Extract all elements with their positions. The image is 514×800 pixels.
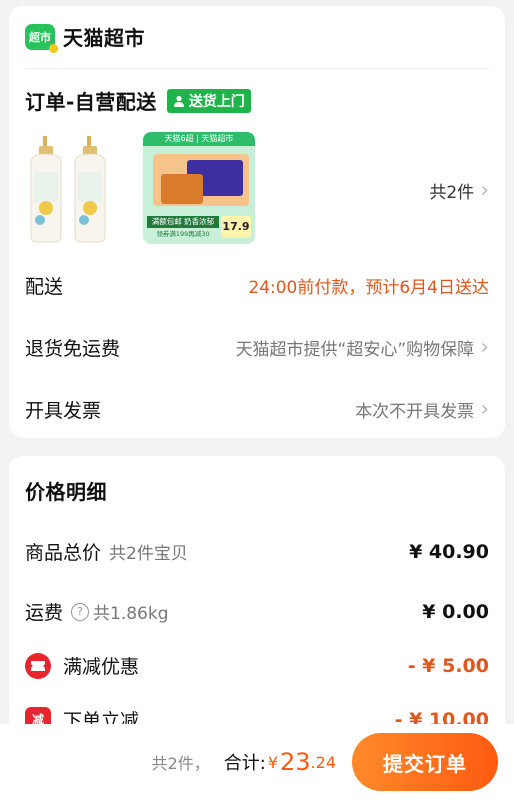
order-title: 订单-自营配送 bbox=[25, 90, 157, 114]
product-banner-top: 天猫6超 | 天猫超市 bbox=[143, 132, 255, 146]
invoice-label: 开具发票 bbox=[25, 400, 102, 422]
chevron-right-icon: › bbox=[480, 177, 489, 203]
delivery-label: 配送 bbox=[25, 276, 64, 298]
divider bbox=[25, 68, 489, 69]
submit-order-button[interactable]: 提交订单 bbox=[352, 733, 498, 791]
shipping-value: ¥ 0.00 bbox=[422, 600, 489, 623]
help-icon[interactable]: ? bbox=[71, 602, 90, 621]
delivery-badge: 送货上门 bbox=[166, 88, 251, 113]
product-price-tag: 17.9 bbox=[221, 216, 251, 238]
discount-row: 满减优惠 - ¥ 5.00 bbox=[25, 652, 489, 679]
delivery-eta: 24:00前付款，预计6月4日送达 bbox=[248, 278, 489, 298]
product-banner-sub: 领券满199再减30 bbox=[156, 230, 210, 238]
total-decimal: .24 bbox=[310, 752, 336, 772]
chevron-right-icon: › bbox=[480, 396, 489, 422]
subtotal-row: 商品总价 共2件宝贝 ¥ 40.90 bbox=[25, 538, 489, 565]
shipping-sub: 共1.86kg bbox=[93, 604, 169, 624]
shipping-label: 运费 bbox=[25, 602, 64, 624]
item-count: 共2件 bbox=[429, 183, 475, 203]
checkout-bar: 共2件， 合计: ¥ 23 .24 提交订单 bbox=[0, 724, 514, 800]
subtotal-value: ¥ 40.90 bbox=[409, 540, 489, 563]
total-integer: 23 bbox=[280, 748, 311, 776]
returns-row[interactable]: 退货免运费 天猫超市提供“超安心”购物保障 › bbox=[25, 334, 489, 361]
price-detail-header: 价格明细 bbox=[25, 476, 489, 505]
store-name: 天猫超市 bbox=[63, 26, 145, 50]
coupon-icon bbox=[25, 652, 51, 679]
delivery-row[interactable]: 配送 24:00前付款，预计6月4日送达 bbox=[25, 272, 489, 299]
tmall-supermarket-logo: 超市 bbox=[25, 23, 58, 53]
order-title-row: 订单-自营配送 送货上门 bbox=[25, 86, 489, 115]
returns-label: 退货免运费 bbox=[25, 338, 121, 360]
total-currency: ¥ bbox=[267, 752, 278, 772]
returns-value: 天猫超市提供“超安心”购物保障 bbox=[235, 340, 475, 360]
discount-value: - ¥ 5.00 bbox=[407, 654, 489, 677]
store-header[interactable]: 超市 天猫超市 bbox=[25, 22, 489, 53]
invoice-value: 本次不开具发票 bbox=[355, 402, 475, 422]
shipping-row: 运费 ? 共1.86kg ¥ 0.00 bbox=[25, 598, 489, 625]
price-detail-card: 价格明细 商品总价 共2件宝贝 ¥ 40.90 运费 ? 共1.86kg ¥ 0… bbox=[9, 456, 505, 756]
total-summary: 共2件， 合计: ¥ 23 .24 bbox=[152, 724, 336, 800]
person-icon bbox=[173, 95, 184, 107]
product-banner-text: 满额包邮 奶香浓郁 bbox=[147, 216, 219, 228]
price-detail-title: 价格明细 bbox=[25, 480, 107, 504]
total-label: 合计: bbox=[223, 753, 266, 774]
order-card: 超市 天猫超市 订单-自营配送 送货上门 天猫6超 | 天猫超市 满额包邮 奶香… bbox=[9, 6, 505, 438]
subtotal-label: 商品总价 bbox=[25, 542, 102, 564]
item-count-row[interactable]: 共2件 › bbox=[25, 178, 489, 203]
invoice-row[interactable]: 开具发票 本次不开具发票 › bbox=[25, 396, 489, 423]
chevron-right-icon: › bbox=[480, 334, 489, 360]
subtotal-sub: 共2件宝贝 bbox=[109, 544, 188, 564]
total-count: 共2件， bbox=[151, 754, 210, 773]
discount-label: 满减优惠 bbox=[63, 656, 140, 678]
